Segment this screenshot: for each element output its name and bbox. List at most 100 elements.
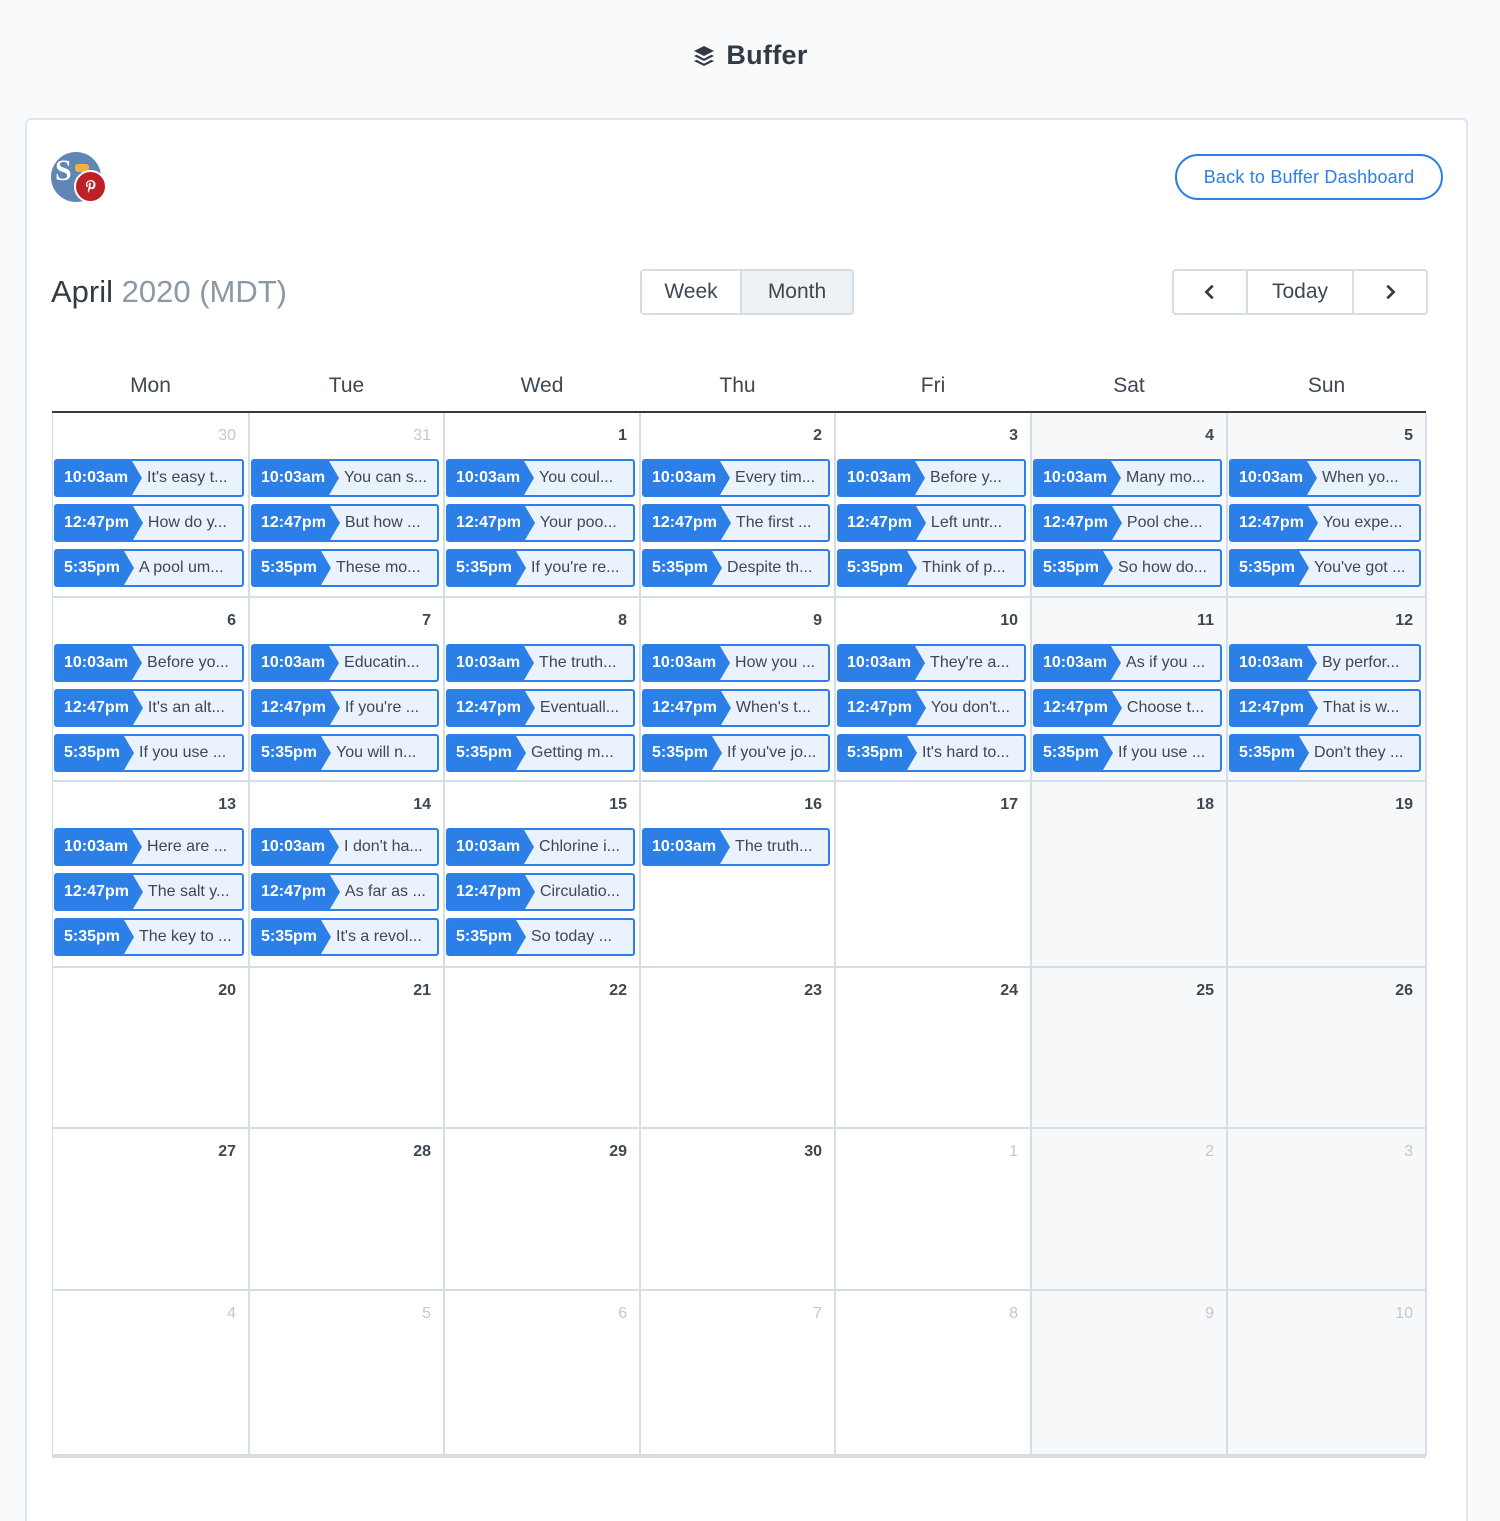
day-cell[interactable]: 21 bbox=[250, 968, 445, 1129]
day-cell[interactable]: 14 10:03am I don't ha... 12:47pm As far as .… bbox=[250, 782, 445, 968]
scheduled-post[interactable]: 10:03am As if you ... bbox=[1033, 644, 1222, 682]
next-button[interactable] bbox=[1354, 271, 1426, 313]
day-cell[interactable]: 25 bbox=[1032, 968, 1228, 1129]
day-cell[interactable]: 27 bbox=[53, 1129, 250, 1291]
day-cell[interactable]: 26 bbox=[1228, 968, 1427, 1129]
scheduled-post[interactable]: 5:35pm If you've jo... bbox=[642, 734, 830, 772]
day-cell[interactable]: 3 10:03am Before y... 12:47pm Left untr... 5:… bbox=[836, 413, 1032, 598]
scheduled-post[interactable]: 5:35pm If you use ... bbox=[1033, 734, 1222, 772]
day-cell[interactable]: 22 bbox=[445, 968, 641, 1129]
day-cell[interactable]: 5 bbox=[250, 1291, 445, 1456]
day-cell[interactable]: 1 10:03am You coul... 12:47pm Your poo... 5:3… bbox=[445, 413, 641, 598]
day-cell[interactable]: 29 bbox=[445, 1129, 641, 1291]
scheduled-post[interactable]: 5:35pm Don't they ... bbox=[1229, 734, 1421, 772]
day-cell[interactable]: 3 bbox=[1228, 1129, 1427, 1291]
scheduled-post[interactable]: 12:47pm The first ... bbox=[642, 504, 830, 542]
day-cell[interactable]: 31 10:03am You can s... 12:47pm But how ... 5… bbox=[250, 413, 445, 598]
scheduled-post[interactable]: 10:03am Before y... bbox=[837, 459, 1026, 497]
day-cell[interactable]: 4 10:03am Many mo... 12:47pm Pool che... 5:35… bbox=[1032, 413, 1228, 598]
day-cell[interactable]: 17 bbox=[836, 782, 1032, 968]
day-cell[interactable]: 8 bbox=[836, 1291, 1032, 1456]
day-cell[interactable]: 30 10:03am It's easy t... 12:47pm How do y..… bbox=[53, 413, 250, 598]
scheduled-post[interactable]: 10:03am I don't ha... bbox=[251, 828, 439, 866]
scheduled-post[interactable]: 5:35pm So today ... bbox=[446, 918, 635, 956]
scheduled-post[interactable]: 5:35pm Think of p... bbox=[837, 549, 1026, 587]
scheduled-post[interactable]: 10:03am You can s... bbox=[251, 459, 439, 497]
day-cell[interactable]: 23 bbox=[641, 968, 836, 1129]
scheduled-post[interactable]: 10:03am Every tim... bbox=[642, 459, 830, 497]
day-cell[interactable]: 16 10:03am The truth... bbox=[641, 782, 836, 968]
scheduled-post[interactable]: 10:03am Before yo... bbox=[54, 644, 244, 682]
scheduled-post[interactable]: 5:35pm You've got ... bbox=[1229, 549, 1421, 587]
scheduled-post[interactable]: 5:35pm Despite th... bbox=[642, 549, 830, 587]
day-cell[interactable]: 20 bbox=[53, 968, 250, 1129]
scheduled-post[interactable]: 10:03am It's easy t... bbox=[54, 459, 244, 497]
scheduled-post[interactable]: 12:47pm Circulatio... bbox=[446, 873, 635, 911]
back-to-dashboard-button[interactable]: Back to Buffer Dashboard bbox=[1175, 154, 1443, 200]
day-cell[interactable]: 2 bbox=[1032, 1129, 1228, 1291]
scheduled-post[interactable]: 12:47pm It's an alt... bbox=[54, 689, 244, 727]
day-cell[interactable]: 9 bbox=[1032, 1291, 1228, 1456]
day-cell[interactable]: 7 10:03am Educatin... 12:47pm If you're ... 5… bbox=[250, 598, 445, 782]
scheduled-post[interactable]: 10:03am Chlorine i... bbox=[446, 828, 635, 866]
day-cell[interactable]: 2 10:03am Every tim... 12:47pm The first ...… bbox=[641, 413, 836, 598]
day-cell[interactable]: 11 10:03am As if you ... 12:47pm Choose t...… bbox=[1032, 598, 1228, 782]
scheduled-post[interactable]: 5:35pm Getting m... bbox=[446, 734, 635, 772]
scheduled-post[interactable]: 10:03am You coul... bbox=[446, 459, 635, 497]
scheduled-post[interactable]: 5:35pm So how do... bbox=[1033, 549, 1222, 587]
month-view-button[interactable]: Month bbox=[742, 271, 852, 313]
scheduled-post[interactable]: 10:03am By perfor... bbox=[1229, 644, 1421, 682]
scheduled-post[interactable]: 5:35pm These mo... bbox=[251, 549, 439, 587]
scheduled-post[interactable]: 12:47pm That is w... bbox=[1229, 689, 1421, 727]
scheduled-post[interactable]: 12:47pm Pool che... bbox=[1033, 504, 1222, 542]
day-cell[interactable]: 13 10:03am Here are ... 12:47pm The salt y..… bbox=[53, 782, 250, 968]
scheduled-post[interactable]: 5:35pm The key to ... bbox=[54, 918, 244, 956]
day-cell[interactable]: 30 bbox=[641, 1129, 836, 1291]
scheduled-post[interactable]: 10:03am When yo... bbox=[1229, 459, 1421, 497]
day-cell[interactable]: 5 10:03am When yo... 12:47pm You expe... 5:35… bbox=[1228, 413, 1427, 598]
day-cell[interactable]: 6 10:03am Before yo... 12:47pm It's an alt..… bbox=[53, 598, 250, 782]
day-cell[interactable]: 7 bbox=[641, 1291, 836, 1456]
scheduled-post[interactable]: 5:35pm You will n... bbox=[251, 734, 439, 772]
scheduled-post[interactable]: 12:47pm How do y... bbox=[54, 504, 244, 542]
scheduled-post[interactable]: 5:35pm It's hard to... bbox=[837, 734, 1026, 772]
scheduled-post[interactable]: 12:47pm If you're ... bbox=[251, 689, 439, 727]
scheduled-post[interactable]: 12:47pm The salt y... bbox=[54, 873, 244, 911]
scheduled-post[interactable]: 12:47pm But how ... bbox=[251, 504, 439, 542]
scheduled-post[interactable]: 12:47pm You expe... bbox=[1229, 504, 1421, 542]
scheduled-post[interactable]: 12:47pm Your poo... bbox=[446, 504, 635, 542]
day-cell[interactable]: 6 bbox=[445, 1291, 641, 1456]
scheduled-post[interactable]: 12:47pm Left untr... bbox=[837, 504, 1026, 542]
scheduled-post[interactable]: 10:03am The truth... bbox=[446, 644, 635, 682]
today-button[interactable]: Today bbox=[1246, 271, 1354, 313]
scheduled-post[interactable]: 10:03am Here are ... bbox=[54, 828, 244, 866]
scheduled-post[interactable]: 5:35pm It's a revol... bbox=[251, 918, 439, 956]
day-cell[interactable]: 15 10:03am Chlorine i... 12:47pm Circulatio.… bbox=[445, 782, 641, 968]
week-view-button[interactable]: Week bbox=[642, 271, 742, 313]
scheduled-post[interactable]: 12:47pm When's t... bbox=[642, 689, 830, 727]
day-cell[interactable]: 24 bbox=[836, 968, 1032, 1129]
scheduled-post[interactable]: 10:03am Many mo... bbox=[1033, 459, 1222, 497]
day-cell[interactable]: 4 bbox=[53, 1291, 250, 1456]
scheduled-post[interactable]: 12:47pm Eventuall... bbox=[446, 689, 635, 727]
day-cell[interactable]: 18 bbox=[1032, 782, 1228, 968]
day-cell[interactable]: 19 bbox=[1228, 782, 1427, 968]
previous-button[interactable] bbox=[1174, 271, 1246, 313]
scheduled-post[interactable]: 10:03am They're a... bbox=[837, 644, 1026, 682]
day-cell[interactable]: 12 10:03am By perfor... 12:47pm That is w...… bbox=[1228, 598, 1427, 782]
scheduled-post[interactable]: 12:47pm As far as ... bbox=[251, 873, 439, 911]
scheduled-post[interactable]: 10:03am Educatin... bbox=[251, 644, 439, 682]
scheduled-post[interactable]: 12:47pm Choose t... bbox=[1033, 689, 1222, 727]
scheduled-post[interactable]: 5:35pm If you're re... bbox=[446, 549, 635, 587]
scheduled-post[interactable]: 5:35pm If you use ... bbox=[54, 734, 244, 772]
day-cell[interactable]: 1 bbox=[836, 1129, 1032, 1291]
scheduled-post[interactable]: 12:47pm You don't... bbox=[837, 689, 1026, 727]
scheduled-post[interactable]: 5:35pm A pool um... bbox=[54, 549, 244, 587]
scheduled-post[interactable]: 10:03am The truth... bbox=[642, 828, 830, 866]
day-cell[interactable]: 10 bbox=[1228, 1291, 1427, 1456]
day-cell[interactable]: 28 bbox=[250, 1129, 445, 1291]
day-cell[interactable]: 8 10:03am The truth... 12:47pm Eventuall... 5… bbox=[445, 598, 641, 782]
day-cell[interactable]: 9 10:03am How you ... 12:47pm When's t... 5:3… bbox=[641, 598, 836, 782]
scheduled-post[interactable]: 10:03am How you ... bbox=[642, 644, 830, 682]
day-cell[interactable]: 10 10:03am They're a... 12:47pm You don't...… bbox=[836, 598, 1032, 782]
